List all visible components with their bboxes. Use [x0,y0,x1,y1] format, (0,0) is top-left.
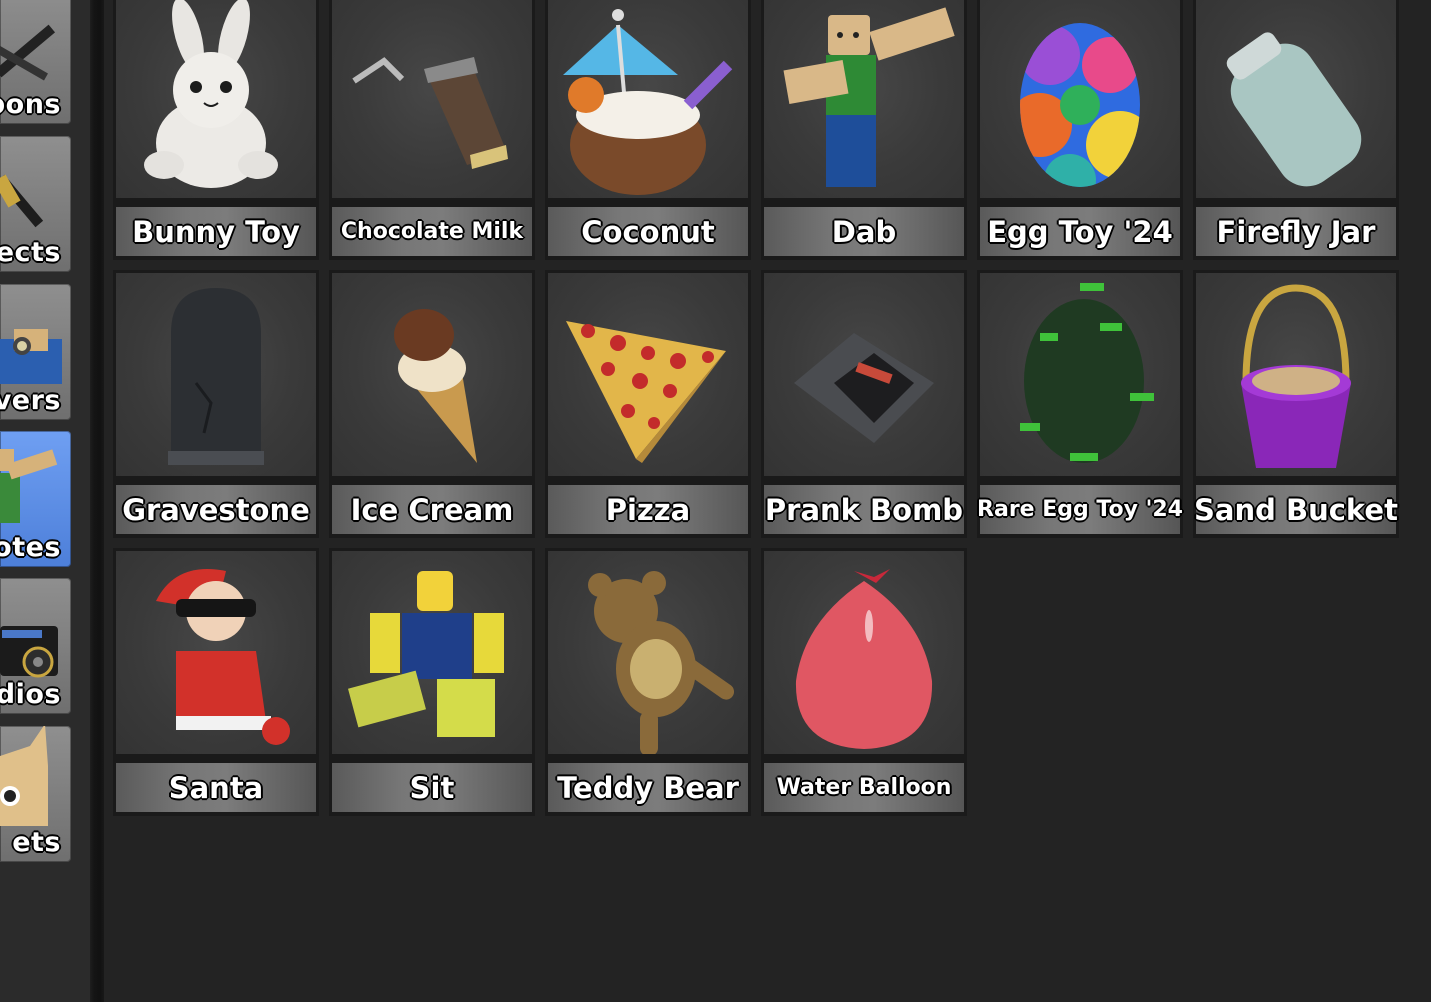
item-sand-bucket[interactable]: Sand Bucket [1193,270,1399,538]
item-water-balloon[interactable]: Water Balloon [761,548,967,816]
sidebar-divider [90,0,104,1002]
tab-radios-label: dios [0,679,61,710]
item-ice-cream[interactable]: Ice Cream [329,270,535,538]
item-label-bar: Firefly Jar [1196,207,1396,256]
tab-effects-label: ects [0,237,61,268]
item-name: Chocolate Milk [340,219,524,244]
item-label-bar: Santa [116,763,316,812]
item-egg-toy-24[interactable]: Egg Toy '24 [977,0,1183,260]
item-label-bar: Ice Cream [332,485,532,534]
emotes-icon [0,431,71,531]
item-name: Sit [409,770,455,805]
item-name: Bunny Toy [132,214,300,249]
tab-powers[interactable]: vers [0,284,71,420]
item-prank-bomb[interactable]: Prank Bomb [761,270,967,538]
sit-icon [332,551,532,754]
item-label-bar: Teddy Bear [548,763,748,812]
item-label-bar: Prank Bomb [764,485,964,534]
item-bunny-toy[interactable]: Bunny Toy [113,0,319,260]
powers-icon [0,284,71,384]
tab-emotes[interactable]: otes [0,431,71,567]
item-name: Rare Egg Toy '24 [977,497,1183,522]
coconut-icon [548,0,748,198]
item-label-bar: Sand Bucket [1194,485,1398,534]
weapons-icon [0,0,71,88]
egg-toy-icon [980,0,1180,198]
dab-icon [764,0,964,198]
item-name: Dab [831,214,897,249]
item-dab[interactable]: Dab [761,0,967,260]
tab-powers-label: vers [0,385,61,416]
item-santa[interactable]: Santa [113,548,319,816]
radios-icon [0,578,71,678]
item-teddy-bear[interactable]: Teddy Bear [545,548,751,816]
pets-icon [0,726,71,836]
item-name: Egg Toy '24 [987,214,1173,249]
item-label-bar: Rare Egg Toy '24 [977,485,1183,534]
effects-icon [0,136,71,236]
item-name: Coconut [581,214,715,249]
item-label-bar: Gravestone [116,485,316,534]
item-label-bar: Water Balloon [764,763,964,812]
tab-radios[interactable]: dios [0,578,71,714]
item-name: Gravestone [122,492,310,527]
item-label-bar: Coconut [548,207,748,256]
item-rare-egg-toy-24[interactable]: Rare Egg Toy '24 [977,270,1183,538]
tab-weapons-label: pons [0,89,61,120]
tab-emotes-label: otes [0,532,61,563]
item-name: Water Balloon [776,775,952,800]
water-balloon-icon [764,551,964,754]
item-firefly-jar[interactable]: Firefly Jar [1193,0,1399,260]
rare-egg-toy-icon [980,273,1180,476]
item-pizza[interactable]: Pizza [545,270,751,538]
firefly-jar-icon [1196,0,1396,198]
item-name: Teddy Bear [557,770,739,805]
item-label-bar: Dab [764,207,964,256]
prank-bomb-icon [764,273,964,476]
item-chocolate-milk[interactable]: Chocolate Milk [329,0,535,260]
item-gravestone[interactable]: Gravestone [113,270,319,538]
pizza-icon [548,273,748,476]
item-name: Prank Bomb [764,492,964,527]
tab-pets[interactable]: ets [0,726,71,862]
ice-cream-icon [332,273,532,476]
item-coconut[interactable]: Coconut [545,0,751,260]
item-name: Santa [168,770,264,805]
item-label-bar: Sit [332,763,532,812]
chocolate-milk-icon [332,0,532,198]
item-name: Pizza [605,492,691,527]
item-label-bar: Pizza [548,485,748,534]
gravestone-icon [116,273,316,476]
item-label-bar: Egg Toy '24 [980,207,1180,256]
item-label-bar: Bunny Toy [116,207,316,256]
tab-weapons[interactable]: pons [0,0,71,124]
category-sidebar: pons ects vers ot [0,0,90,1002]
teddy-bear-icon [548,551,748,754]
item-name: Sand Bucket [1194,492,1398,527]
tab-pets-label: ets [12,827,61,858]
tab-effects[interactable]: ects [0,136,71,272]
item-name: Ice Cream [350,492,514,527]
item-sit[interactable]: Sit [329,548,535,816]
bunny-toy-icon [116,0,316,198]
santa-icon [116,551,316,754]
item-name: Firefly Jar [1216,214,1376,249]
sand-bucket-icon [1196,273,1396,476]
item-label-bar: Chocolate Milk [332,207,532,256]
